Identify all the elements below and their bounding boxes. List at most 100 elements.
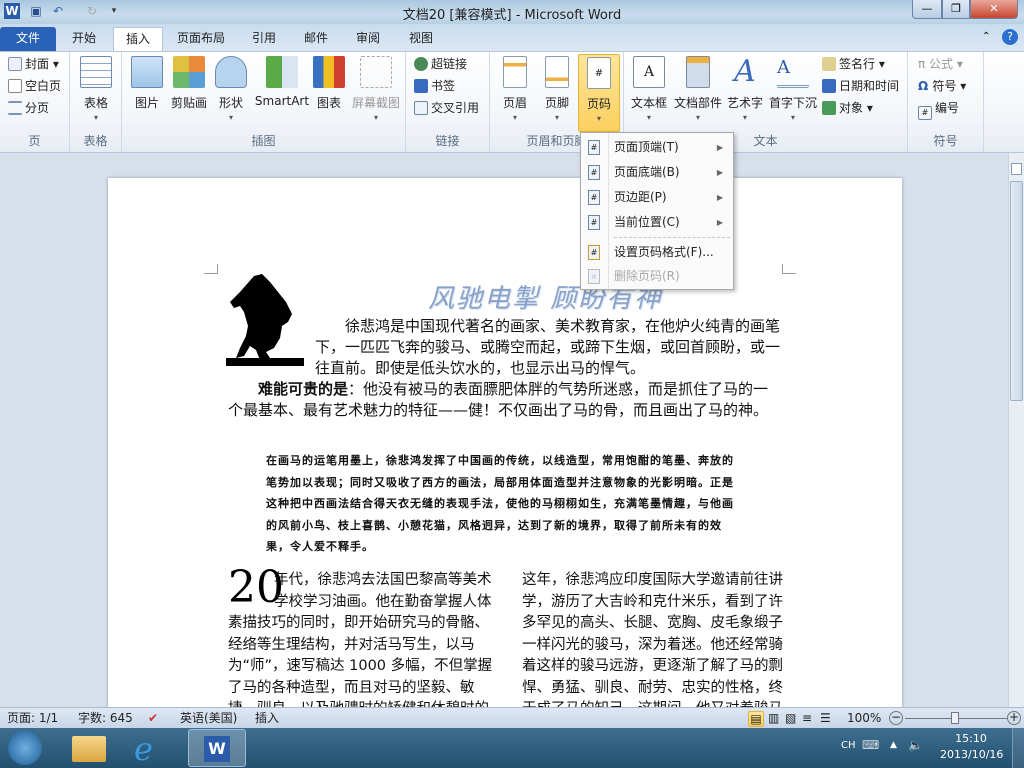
- quick-parts-button[interactable]: 文档部件 ▾: [672, 56, 724, 122]
- object-button[interactable]: 对象 ▾: [822, 98, 873, 118]
- text-box-button[interactable]: A 文本框 ▾: [626, 56, 672, 122]
- number-button[interactable]: # 编号: [918, 98, 959, 120]
- picture-button[interactable]: 图片: [124, 56, 170, 111]
- paragraph-bold-lead: 难能可贵的是: [258, 380, 349, 398]
- screenshot-icon: [360, 56, 392, 88]
- table-button[interactable]: 表格 ▾: [73, 56, 119, 122]
- word-taskbar-button[interactable]: W: [188, 729, 246, 767]
- restore-button[interactable]: ❐: [942, 0, 970, 19]
- page-break-icon: [8, 101, 22, 115]
- tab-home[interactable]: 开始: [60, 27, 108, 51]
- submenu-arrow-icon: ▶: [716, 193, 723, 202]
- window-title: 文档20 [兼容模式] - Microsoft Word: [402, 8, 622, 23]
- internet-explorer-icon[interactable]: e: [134, 730, 153, 768]
- screenshot-button[interactable]: 屏幕截图 ▾: [350, 56, 402, 122]
- full-screen-reading-icon[interactable]: ▥: [768, 711, 779, 727]
- menu-item-label: 页面顶端(T): [614, 140, 679, 154]
- vertical-scrollbar[interactable]: [1008, 153, 1024, 707]
- number-icon: #: [918, 106, 932, 120]
- tab-insert[interactable]: 插入: [113, 27, 164, 51]
- footer-button[interactable]: 页脚 ▾: [534, 56, 580, 122]
- bookmark-icon: [414, 79, 428, 93]
- smartart-button[interactable]: SmartArt: [252, 56, 312, 108]
- tab-review[interactable]: 审阅: [344, 27, 392, 51]
- collapse-ribbon-icon[interactable]: ⌃: [982, 31, 990, 42]
- tab-file[interactable]: 文件: [0, 27, 56, 51]
- submenu-arrow-icon: ▶: [716, 218, 723, 227]
- equation-button[interactable]: π 公式 ▾: [918, 54, 963, 74]
- bookmark-button[interactable]: 书签: [414, 76, 455, 96]
- blank-page-button[interactable]: 空白页: [8, 76, 61, 96]
- print-layout-view-icon[interactable]: ▤: [748, 711, 764, 727]
- menu-item-label: 删除页码(R): [614, 269, 680, 283]
- proofing-icon[interactable]: ✔: [148, 711, 158, 727]
- page-break-label: 分页: [25, 101, 50, 115]
- zoom-out-button[interactable]: −: [889, 711, 903, 725]
- drop-cap-button[interactable]: A 首字下沉 ▾: [768, 56, 818, 122]
- blank-page-icon: [8, 79, 22, 93]
- show-desktop-button[interactable]: [1012, 728, 1024, 768]
- page-count[interactable]: 页面: 1/1: [7, 711, 58, 727]
- keyboard-icon[interactable]: ⌨: [862, 738, 879, 752]
- chart-button[interactable]: 图表: [306, 56, 352, 111]
- signature-line-button[interactable]: 签名行 ▾: [822, 54, 885, 74]
- clip-art-button[interactable]: 剪贴画: [166, 56, 212, 111]
- help-icon[interactable]: ?: [1002, 29, 1018, 45]
- cover-page-button[interactable]: 封面 ▾: [8, 54, 59, 74]
- group-label-symbols: 符号: [933, 134, 958, 148]
- submenu-arrow-icon: ▶: [716, 143, 723, 152]
- page-break-button[interactable]: 分页: [8, 98, 49, 118]
- tab-references[interactable]: 引用: [240, 27, 288, 51]
- menu-item-page-margins[interactable]: # 页边距(P) ▶: [581, 185, 733, 210]
- draft-view-icon[interactable]: ☰: [820, 711, 831, 727]
- text-box-label: 文本框: [630, 96, 667, 110]
- zoom-in-button[interactable]: +: [1007, 711, 1021, 725]
- status-bar: 页面: 1/1 字数: 645 ✔ 英语(美国) 插入 ▤ ▥ ▧ ≡ ☰ 10…: [0, 707, 1024, 728]
- clock[interactable]: 15:10 2013/10/16: [940, 732, 1003, 761]
- hyperlink-button[interactable]: 超链接: [414, 54, 467, 74]
- file-explorer-icon[interactable]: [72, 736, 106, 762]
- bookmark-label: 书签: [431, 79, 456, 93]
- cross-reference-button[interactable]: 交叉引用: [414, 98, 479, 118]
- insert-mode-status[interactable]: 插入: [255, 711, 279, 727]
- ruler-toggle-icon[interactable]: [1011, 163, 1022, 175]
- web-layout-icon[interactable]: ▧: [785, 711, 796, 727]
- minimize-button[interactable]: —: [912, 0, 942, 19]
- outline-view-icon[interactable]: ≡: [802, 711, 812, 727]
- zoom-slider-thumb[interactable]: [951, 712, 959, 724]
- smartart-icon: [266, 56, 298, 88]
- page-top-icon: #: [588, 140, 600, 155]
- show-hidden-icons[interactable]: ▲: [890, 740, 897, 750]
- language-status[interactable]: 英语(美国): [180, 711, 237, 727]
- taskbar: e W CH ⌨ ▲ 🔈 15:10 2013/10/16: [0, 728, 1024, 768]
- menu-item-format-page-numbers[interactable]: # 设置页码格式(F)...: [581, 240, 733, 265]
- paragraph-highlight: 难能可贵的是：他没有被马的表面膘肥体胖的气势所迷惑，而是抓住了马的一个最基本、最…: [228, 379, 783, 421]
- symbol-button[interactable]: Ω 符号 ▾: [918, 76, 966, 96]
- clip-art-icon: [173, 56, 205, 88]
- date-time-button[interactable]: 日期和时间: [822, 76, 899, 96]
- header-button[interactable]: 页眉 ▾: [492, 56, 538, 122]
- menu-separator: [614, 237, 730, 238]
- word-count[interactable]: 字数: 645: [78, 711, 133, 727]
- document-page[interactable]: 风驰电掣 顾盼有神 徐悲鸿是中国现代著名的画家、美术教育家，在他炉火纯青的画笔下…: [108, 178, 902, 708]
- tab-page-layout[interactable]: 页面布局: [165, 27, 237, 51]
- scrollbar-thumb[interactable]: [1010, 181, 1023, 401]
- tab-mailings[interactable]: 邮件: [292, 27, 340, 51]
- horse-image[interactable]: [226, 272, 304, 368]
- input-language[interactable]: CH: [841, 740, 856, 751]
- close-button[interactable]: ✕: [970, 0, 1018, 19]
- drop-cap-spacer: [228, 570, 274, 610]
- wordart-button[interactable]: A 艺术字 ▾: [722, 56, 768, 123]
- zoom-level[interactable]: 100%: [847, 711, 881, 727]
- volume-icon[interactable]: 🔈: [908, 738, 923, 752]
- start-button[interactable]: [8, 731, 42, 765]
- paragraph-intro: 徐悲鸿是中国现代著名的画家、美术教育家，在他炉火纯青的画笔下，一匹匹飞奔的骏马、…: [315, 317, 781, 377]
- shapes-button[interactable]: 形状 ▾: [208, 56, 254, 122]
- menu-item-remove-page-numbers[interactable]: × 删除页码(R): [581, 264, 733, 289]
- page-number-button[interactable]: # 页码 ▾: [578, 54, 620, 132]
- menu-item-top-of-page[interactable]: # 页面顶端(T) ▶: [581, 135, 733, 160]
- tab-view[interactable]: 视图: [397, 27, 445, 51]
- menu-item-current-position[interactable]: # 当前位置(C) ▶: [581, 210, 733, 235]
- date-time-icon: [822, 79, 836, 93]
- menu-item-bottom-of-page[interactable]: # 页面底端(B) ▶: [581, 160, 733, 185]
